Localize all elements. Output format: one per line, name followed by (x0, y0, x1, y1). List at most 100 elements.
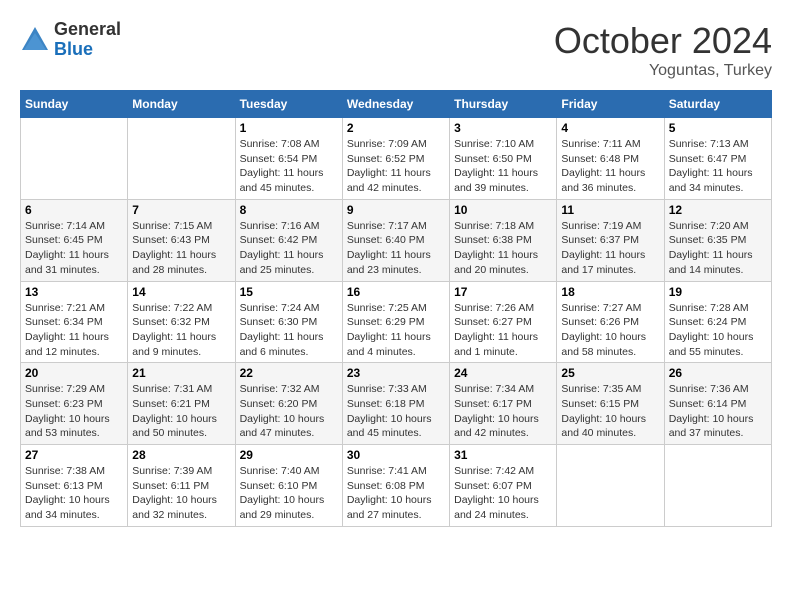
day-number: 11 (561, 203, 659, 217)
calendar-cell: 6 Sunrise: 7:14 AM Sunset: 6:45 PM Daylig… (21, 199, 128, 281)
day-info: Sunrise: 7:22 AM Sunset: 6:32 PM Dayligh… (132, 301, 230, 360)
day-number: 12 (669, 203, 767, 217)
calendar-cell: 17Sunrise: 7:26 AM Sunset: 6:27 PM Dayli… (450, 281, 557, 363)
day-info: Sunrise: 7:25 AM Sunset: 6:29 PM Dayligh… (347, 301, 445, 360)
day-number: 27 (25, 448, 123, 462)
calendar-table: SundayMondayTuesdayWednesdayThursdayFrid… (20, 90, 772, 527)
calendar-cell: 16 Sunrise: 7:25 AM Sunset: 6:29 PM Dayli… (342, 281, 449, 363)
month-title: October 2024 (554, 20, 772, 62)
day-info: Sunrise: 7:26 AM Sunset: 6:27 PM Dayligh… (454, 301, 552, 360)
logo-blue-text: Blue (54, 40, 121, 60)
calendar-cell (664, 445, 771, 527)
day-info: Sunrise: 7:38 AM Sunset: 6:13 PM Dayligh… (25, 464, 123, 523)
calendar-cell: 7 Sunrise: 7:15 AM Sunset: 6:43 PM Daylig… (128, 199, 235, 281)
day-info: Sunrise: 7:17 AM Sunset: 6:40 PM Dayligh… (347, 219, 445, 278)
weekday-header: Sunday (21, 91, 128, 118)
day-info: Sunrise: 7:10 AM Sunset: 6:50 PM Dayligh… (454, 137, 552, 196)
day-info: Sunrise: 7:34 AM Sunset: 6:17 PM Dayligh… (454, 382, 552, 441)
calendar-cell: 30 Sunrise: 7:41 AM Sunset: 6:08 PM Dayli… (342, 445, 449, 527)
day-number: 23 (347, 366, 445, 380)
calendar-cell: 31Sunrise: 7:42 AM Sunset: 6:07 PM Dayli… (450, 445, 557, 527)
location-title: Yoguntas, Turkey (554, 62, 772, 80)
calendar-cell: 26Sunrise: 7:36 AM Sunset: 6:14 PM Dayli… (664, 363, 771, 445)
day-info: Sunrise: 7:16 AM Sunset: 6:42 PM Dayligh… (240, 219, 338, 278)
calendar-week-row: 20 Sunrise: 7:29 AM Sunset: 6:23 PM Dayli… (21, 363, 772, 445)
day-number: 24 (454, 366, 552, 380)
day-info: Sunrise: 7:29 AM Sunset: 6:23 PM Dayligh… (25, 382, 123, 441)
weekday-header: Tuesday (235, 91, 342, 118)
calendar-cell: 12 Sunrise: 7:20 AM Sunset: 6:35 PM Dayli… (664, 199, 771, 281)
day-info: Sunrise: 7:14 AM Sunset: 6:45 PM Dayligh… (25, 219, 123, 278)
title-block: October 2024 Yoguntas, Turkey (554, 20, 772, 80)
calendar-cell: 13 Sunrise: 7:21 AM Sunset: 6:34 PM Dayli… (21, 281, 128, 363)
day-info: Sunrise: 7:18 AM Sunset: 6:38 PM Dayligh… (454, 219, 552, 278)
day-number: 6 (25, 203, 123, 217)
day-number: 20 (25, 366, 123, 380)
day-number: 21 (132, 366, 230, 380)
logo-general-text: General (54, 20, 121, 40)
day-number: 4 (561, 121, 659, 135)
calendar-cell: 10 Sunrise: 7:18 AM Sunset: 6:38 PM Dayli… (450, 199, 557, 281)
day-number: 15 (240, 285, 338, 299)
calendar-cell: 29 Sunrise: 7:40 AM Sunset: 6:10 PM Dayli… (235, 445, 342, 527)
day-info: Sunrise: 7:13 AM Sunset: 6:47 PM Dayligh… (669, 137, 767, 196)
weekday-header: Friday (557, 91, 664, 118)
logo-text: General Blue (54, 20, 121, 60)
day-number: 5 (669, 121, 767, 135)
day-number: 16 (347, 285, 445, 299)
day-info: Sunrise: 7:15 AM Sunset: 6:43 PM Dayligh… (132, 219, 230, 278)
calendar-cell: 24 Sunrise: 7:34 AM Sunset: 6:17 PM Dayli… (450, 363, 557, 445)
calendar-cell: 15 Sunrise: 7:24 AM Sunset: 6:30 PM Dayli… (235, 281, 342, 363)
calendar-week-row: 13 Sunrise: 7:21 AM Sunset: 6:34 PM Dayli… (21, 281, 772, 363)
day-info: Sunrise: 7:11 AM Sunset: 6:48 PM Dayligh… (561, 137, 659, 196)
weekday-header: Monday (128, 91, 235, 118)
calendar-cell: 3 Sunrise: 7:10 AM Sunset: 6:50 PM Daylig… (450, 118, 557, 200)
calendar-week-row: 1 Sunrise: 7:08 AM Sunset: 6:54 PM Daylig… (21, 118, 772, 200)
day-info: Sunrise: 7:40 AM Sunset: 6:10 PM Dayligh… (240, 464, 338, 523)
day-info: Sunrise: 7:19 AM Sunset: 6:37 PM Dayligh… (561, 219, 659, 278)
day-number: 2 (347, 121, 445, 135)
day-number: 7 (132, 203, 230, 217)
day-info: Sunrise: 7:28 AM Sunset: 6:24 PM Dayligh… (669, 301, 767, 360)
logo: General Blue (20, 20, 121, 60)
day-number: 31 (454, 448, 552, 462)
calendar-cell (557, 445, 664, 527)
day-number: 28 (132, 448, 230, 462)
day-info: Sunrise: 7:21 AM Sunset: 6:34 PM Dayligh… (25, 301, 123, 360)
calendar-cell (128, 118, 235, 200)
day-info: Sunrise: 7:35 AM Sunset: 6:15 PM Dayligh… (561, 382, 659, 441)
day-info: Sunrise: 7:20 AM Sunset: 6:35 PM Dayligh… (669, 219, 767, 278)
weekday-header: Thursday (450, 91, 557, 118)
day-info: Sunrise: 7:41 AM Sunset: 6:08 PM Dayligh… (347, 464, 445, 523)
day-number: 13 (25, 285, 123, 299)
day-number: 25 (561, 366, 659, 380)
calendar-cell: 28 Sunrise: 7:39 AM Sunset: 6:11 PM Dayli… (128, 445, 235, 527)
page-header: General Blue October 2024 Yoguntas, Turk… (20, 20, 772, 80)
day-info: Sunrise: 7:09 AM Sunset: 6:52 PM Dayligh… (347, 137, 445, 196)
calendar-cell: 19 Sunrise: 7:28 AM Sunset: 6:24 PM Dayli… (664, 281, 771, 363)
logo-icon (20, 25, 50, 55)
calendar-cell: 25 Sunrise: 7:35 AM Sunset: 6:15 PM Dayli… (557, 363, 664, 445)
calendar-cell: 21Sunrise: 7:31 AM Sunset: 6:21 PM Dayli… (128, 363, 235, 445)
calendar-cell: 27 Sunrise: 7:38 AM Sunset: 6:13 PM Dayli… (21, 445, 128, 527)
day-info: Sunrise: 7:24 AM Sunset: 6:30 PM Dayligh… (240, 301, 338, 360)
day-number: 3 (454, 121, 552, 135)
calendar-cell: 20 Sunrise: 7:29 AM Sunset: 6:23 PM Dayli… (21, 363, 128, 445)
day-info: Sunrise: 7:33 AM Sunset: 6:18 PM Dayligh… (347, 382, 445, 441)
day-number: 9 (347, 203, 445, 217)
calendar-week-row: 6 Sunrise: 7:14 AM Sunset: 6:45 PM Daylig… (21, 199, 772, 281)
weekday-header: Saturday (664, 91, 771, 118)
calendar-cell: 23 Sunrise: 7:33 AM Sunset: 6:18 PM Dayli… (342, 363, 449, 445)
calendar-cell: 22Sunrise: 7:32 AM Sunset: 6:20 PM Dayli… (235, 363, 342, 445)
day-number: 1 (240, 121, 338, 135)
day-number: 10 (454, 203, 552, 217)
day-number: 14 (132, 285, 230, 299)
day-number: 30 (347, 448, 445, 462)
day-number: 19 (669, 285, 767, 299)
day-info: Sunrise: 7:08 AM Sunset: 6:54 PM Dayligh… (240, 137, 338, 196)
calendar-cell: 1 Sunrise: 7:08 AM Sunset: 6:54 PM Daylig… (235, 118, 342, 200)
day-info: Sunrise: 7:36 AM Sunset: 6:14 PM Dayligh… (669, 382, 767, 441)
day-info: Sunrise: 7:39 AM Sunset: 6:11 PM Dayligh… (132, 464, 230, 523)
day-number: 18 (561, 285, 659, 299)
day-number: 29 (240, 448, 338, 462)
